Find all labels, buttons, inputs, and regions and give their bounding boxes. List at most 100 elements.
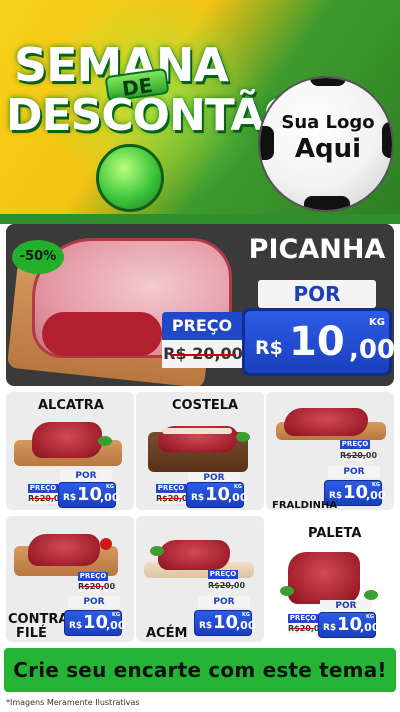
por-label: POR bbox=[60, 470, 112, 482]
old-price: R$20,00 bbox=[156, 493, 193, 504]
price-unit: KG bbox=[372, 482, 380, 488]
price-integer: 10 bbox=[289, 319, 345, 365]
logo-ball-icon[interactable]: Sua Logo Aqui bbox=[258, 76, 394, 212]
garnish-leaf bbox=[150, 546, 164, 556]
preco-label: PREÇO bbox=[208, 570, 238, 579]
title-line2: DESCONTÃO bbox=[6, 90, 301, 141]
preco-label: PREÇO bbox=[288, 614, 318, 623]
product-card-alcatra[interactable]: ALCATRA POR PREÇO R$20,00 R$10,00KG bbox=[6, 392, 134, 510]
old-price: R$20,00 bbox=[288, 623, 325, 634]
product-name: ALCATRA bbox=[38, 398, 104, 413]
price-unit: KG bbox=[234, 484, 242, 490]
featured-price: R$ 10 ,00 KG bbox=[242, 308, 394, 376]
price-cents: ,00 bbox=[360, 621, 380, 634]
price-currency: R$ bbox=[255, 337, 283, 359]
meat-fat bbox=[162, 428, 232, 434]
product-price: R$ 10,00 KG bbox=[186, 482, 248, 508]
old-price: R$20,00 bbox=[78, 581, 115, 592]
logo-text-line2: Aqui bbox=[294, 134, 362, 164]
price-currency: R$ bbox=[199, 621, 213, 631]
product-price: R$ 10,00 KG bbox=[194, 610, 256, 636]
price-cents: ,00 bbox=[228, 491, 248, 504]
product-price: R$ 10,00 KG bbox=[64, 610, 126, 636]
strike-line bbox=[344, 455, 366, 456]
price-integer: 10 bbox=[83, 612, 109, 633]
product-card-contra-file[interactable]: PREÇO R$20,00 POR CONTRA FILÉ R$10,00KG bbox=[6, 516, 134, 642]
price-integer: 10 bbox=[337, 614, 363, 635]
por-label: POR bbox=[68, 596, 120, 608]
product-price: R$ 10,00 KG bbox=[58, 482, 120, 508]
soccer-ball-icon bbox=[96, 144, 164, 212]
price-integer: 10 bbox=[205, 484, 231, 505]
preco-label: PREÇO bbox=[156, 484, 186, 493]
featured-product-name: PICANHA bbox=[248, 234, 386, 265]
ball-patch bbox=[304, 196, 350, 210]
por-label: POR bbox=[258, 280, 376, 308]
meat-image bbox=[158, 540, 230, 570]
strike-line bbox=[160, 498, 182, 499]
price-cents: ,00 bbox=[236, 619, 256, 632]
strike-line bbox=[292, 628, 314, 629]
preco-label: PREÇO bbox=[162, 312, 242, 340]
price-integer: 10 bbox=[77, 484, 103, 505]
preco-label: PREÇO bbox=[340, 440, 370, 449]
product-name: FRALDINHA bbox=[272, 500, 338, 511]
price-integer: 10 bbox=[343, 482, 369, 503]
logo-text-line1: Sua Logo bbox=[281, 112, 375, 133]
ball-patch bbox=[310, 78, 346, 86]
price-unit: KG bbox=[366, 614, 374, 620]
strike-line bbox=[170, 354, 236, 356]
product-name: ACÉM bbox=[146, 626, 188, 641]
price-cents: ,00 bbox=[366, 489, 386, 502]
por-label: POR bbox=[320, 600, 372, 612]
product-card-fraldinha[interactable]: PREÇO R$20,00 POR R$10,00KG FRALDINHA bbox=[266, 392, 394, 511]
old-price: R$20,00 bbox=[340, 450, 377, 461]
strike-line bbox=[212, 585, 234, 586]
old-price: R$20,00 bbox=[208, 580, 245, 591]
product-price: R$ 10,00 KG bbox=[318, 612, 380, 638]
por-label: POR bbox=[198, 596, 250, 608]
price-integer: 10 bbox=[213, 612, 239, 633]
cta-banner[interactable]: Crie seu encarte com este tema! bbox=[4, 648, 396, 692]
garnish-leaf bbox=[236, 432, 250, 442]
strike-line bbox=[32, 498, 54, 499]
price-unit: KG bbox=[369, 317, 385, 328]
price-currency: R$ bbox=[63, 493, 77, 503]
price-cents: ,00 bbox=[106, 619, 126, 632]
price-cents: ,00 bbox=[100, 491, 120, 504]
product-name: COSTELA bbox=[172, 398, 239, 413]
product-name-line2: FILÉ bbox=[16, 626, 47, 641]
product-name: PALETA bbox=[308, 526, 362, 541]
price-currency: R$ bbox=[69, 621, 83, 631]
divider-strip bbox=[0, 214, 400, 224]
garnish-leaf bbox=[280, 586, 294, 596]
header-banner: SEMANA DE DESCONTÃO Sua Logo Aqui bbox=[0, 0, 400, 220]
promo-badge: SEMANA DE DESCONTÃO bbox=[6, 6, 301, 212]
price-unit: KG bbox=[242, 612, 250, 618]
product-card-costela[interactable]: COSTELA POR PREÇO R$20,00 R$10,00KG bbox=[136, 392, 264, 510]
price-currency: R$ bbox=[191, 493, 205, 503]
por-label: POR bbox=[328, 466, 380, 478]
garnish-tomato bbox=[100, 538, 112, 550]
garnish-leaf bbox=[98, 436, 112, 446]
meat-image bbox=[284, 408, 368, 436]
meat-image bbox=[32, 422, 102, 458]
discount-badge: -50% bbox=[12, 240, 64, 274]
price-currency: R$ bbox=[323, 623, 337, 633]
disclaimer-text: *Imagens Meramente Ilustrativas bbox=[6, 698, 140, 707]
price-unit: KG bbox=[112, 612, 120, 618]
product-card-acem[interactable]: PREÇO R$20,00 POR ACÉM R$10,00KG bbox=[136, 516, 264, 642]
product-name-line1: CONTRA bbox=[8, 612, 69, 627]
old-price: R$20,00 bbox=[28, 493, 65, 504]
old-price: R$ 20,00 bbox=[162, 340, 244, 368]
price-cents: ,00 bbox=[349, 335, 394, 365]
product-card-paleta[interactable]: PALETA POR PREÇO R$20,00 R$10,00KG bbox=[266, 516, 394, 642]
meat-image bbox=[28, 534, 100, 566]
garnish-leaf bbox=[364, 590, 378, 600]
price-unit: KG bbox=[106, 484, 114, 490]
featured-product-card[interactable]: -50% PICANHA POR PREÇO R$ 20,00 R$ 10 ,0… bbox=[6, 224, 394, 386]
strike-line bbox=[82, 586, 104, 587]
preco-label: PREÇO bbox=[78, 572, 108, 581]
meat-image bbox=[288, 552, 360, 604]
preco-label: PREÇO bbox=[28, 484, 58, 493]
